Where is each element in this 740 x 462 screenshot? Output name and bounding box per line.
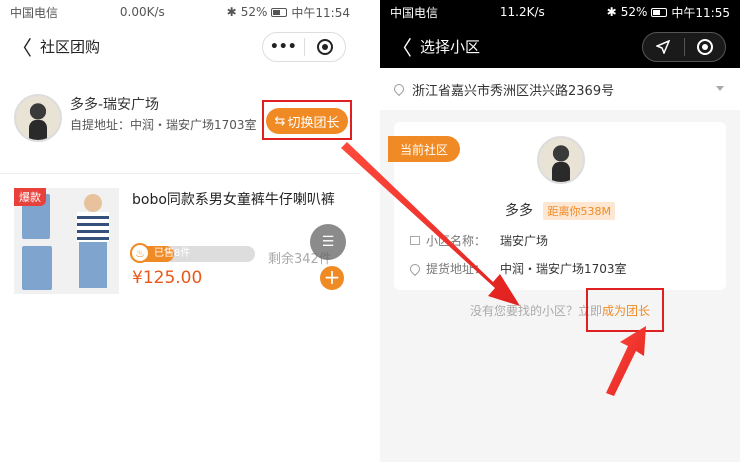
bluetooth-icon: ✱ bbox=[226, 5, 237, 19]
current-community-tag: 当前社区 bbox=[388, 136, 460, 162]
back-button[interactable]: 〈 bbox=[12, 32, 36, 61]
back-button[interactable]: 〈 bbox=[392, 32, 416, 61]
pickup-label: 提货地址： bbox=[426, 262, 487, 276]
location-arrow-button[interactable] bbox=[643, 33, 684, 61]
target-icon bbox=[696, 39, 713, 55]
network-speed: 11.2K/s bbox=[499, 5, 545, 19]
community-value: 瑞安广场 bbox=[500, 234, 549, 248]
bluetooth-icon: ✱ bbox=[606, 5, 617, 19]
close-miniprogram-button[interactable] bbox=[685, 33, 726, 61]
battery-icon bbox=[271, 7, 288, 17]
dropdown-caret-icon bbox=[716, 86, 724, 91]
leader-name: 多多-瑞安广场 bbox=[70, 97, 160, 113]
building-icon bbox=[410, 236, 420, 245]
carrier-label: 中国电信 bbox=[10, 5, 59, 20]
community-row: 小区名称： 瑞安广场 bbox=[410, 232, 548, 249]
pickup-row: 提货地址： 中润・瑞安广场1703室 bbox=[407, 260, 627, 277]
leader-avatar bbox=[537, 136, 585, 184]
clock: 中午11:55 bbox=[671, 5, 730, 20]
highlight-box bbox=[262, 100, 352, 140]
status-bar: 中国电信 11.2K/s ✱ 52% 中午11:55 bbox=[380, 0, 740, 24]
mini-program-capsule bbox=[642, 32, 726, 62]
product-card[interactable]: 爆款 bobo同款系男女童裤牛仔喇叭裤 已售8件 ♨ ¥125.00 剩余342… bbox=[0, 186, 360, 296]
target-icon bbox=[316, 39, 333, 55]
battery-percent: 52% bbox=[240, 5, 268, 19]
location-selector[interactable]: 浙江省嘉兴市秀洲区洪兴路2369号 bbox=[380, 68, 740, 110]
hot-badge: 爆款 bbox=[14, 188, 46, 206]
carrier-label: 中国电信 bbox=[390, 5, 439, 20]
location-pin-icon bbox=[407, 261, 423, 276]
navigation-arrow-icon bbox=[656, 40, 671, 54]
pickup-value: 中润・瑞安广场1703室 bbox=[500, 262, 627, 276]
leader-avatar bbox=[14, 94, 62, 142]
network-speed: 0.00K/s bbox=[119, 5, 165, 19]
location-pin-icon bbox=[391, 81, 407, 97]
product-price: ¥125.00 bbox=[132, 268, 203, 288]
sold-count: 已售8件 bbox=[154, 248, 191, 259]
pickup-address: 自提地址：中润・瑞安广场1703室 bbox=[70, 118, 257, 132]
community-label: 小区名称： bbox=[426, 234, 487, 248]
more-menu-button[interactable]: ••• bbox=[263, 33, 304, 61]
product-title: bobo同款系男女童裤牛仔喇叭裤 bbox=[132, 192, 335, 208]
right-screen: 中国电信 11.2K/s ✱ 52% 中午11:55 〈 选择小区 浙江省嘉兴市… bbox=[380, 0, 740, 462]
nav-bar: 〈 社区团购 ••• bbox=[0, 24, 360, 68]
close-miniprogram-button[interactable] bbox=[305, 33, 346, 61]
status-bar: 中国电信 0.00K/s ✱ 52% 中午11:54 bbox=[0, 0, 360, 24]
add-to-cart-button[interactable]: + bbox=[320, 266, 344, 290]
nav-bar: 〈 选择小区 bbox=[380, 24, 740, 68]
leader-name: 多多 bbox=[505, 203, 534, 219]
current-location: 浙江省嘉兴市秀洲区洪兴路2369号 bbox=[412, 83, 615, 99]
mini-program-capsule: ••• bbox=[262, 32, 346, 62]
clock: 中午11:54 bbox=[291, 5, 350, 20]
not-found-text: 没有您要找的小区？立即 bbox=[469, 304, 602, 318]
highlight-box bbox=[586, 288, 664, 332]
page-title: 社区团购 bbox=[40, 37, 101, 56]
leader-section: 多多-瑞安广场 自提地址：中润・瑞安广场1703室 ⇆ 切换团长 bbox=[0, 84, 360, 174]
list-icon[interactable]: ☰ bbox=[310, 224, 346, 260]
page-title: 选择小区 bbox=[420, 37, 481, 56]
battery-icon bbox=[651, 7, 668, 17]
fire-icon: ♨ bbox=[130, 243, 150, 263]
not-found-prompt: 没有您要找的小区？立即成为团长 bbox=[380, 302, 740, 319]
left-screen: 中国电信 0.00K/s ✱ 52% 中午11:54 〈 社区团购 ••• 多多… bbox=[0, 0, 360, 462]
battery-percent: 52% bbox=[620, 5, 648, 19]
distance-badge: 距离你538M bbox=[543, 202, 615, 220]
